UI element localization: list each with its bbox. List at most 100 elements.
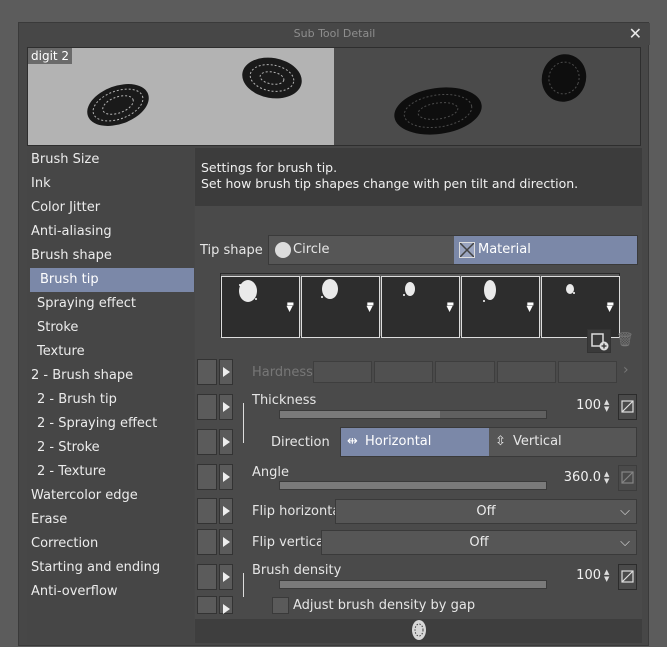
sidebar-item[interactable]: 2 - Stroke [27, 436, 194, 460]
angle-label: Angle [252, 465, 289, 480]
flip-horizontal-lock-button[interactable] [197, 498, 217, 524]
direction-label: Direction [271, 435, 330, 450]
sidebar-item[interactable]: Brush Size [27, 148, 194, 172]
sidebar-item[interactable]: Texture [27, 340, 194, 364]
sub-tool-detail-window: Sub Tool Detail ✕ digit 2 Brush Size Ink… [18, 22, 650, 646]
sidebar-item[interactable]: Anti-overflow [27, 580, 194, 604]
direction-horizontal-label: Horizontal [365, 434, 432, 449]
angle-slider[interactable] [279, 481, 547, 490]
sidebar-item[interactable]: Erase [27, 508, 194, 532]
sidebar-item[interactable]: Correction [27, 532, 194, 556]
chevron-down-icon: ⌵ [620, 535, 630, 550]
sidebar-item[interactable]: 2 - Texture [27, 460, 194, 484]
sidebar-item[interactable]: Ink [27, 172, 194, 196]
flip-vertical-lock-button[interactable] [197, 529, 217, 555]
horizontal-flip-icon: ⇹ [347, 434, 358, 449]
direction-horizontal-option[interactable]: ⇹ Horizontal [341, 428, 489, 456]
brush-tip-item[interactable]: ▬ ▼ [301, 276, 380, 338]
delete-tip-icon[interactable]: 🗑 [616, 332, 634, 348]
direction-lock-button[interactable] [197, 429, 217, 455]
angle-slider-fill [280, 482, 546, 489]
add-tip-icon[interactable] [587, 329, 611, 353]
hardness-level[interactable] [435, 361, 495, 383]
brush-preview: digit 2 [27, 47, 641, 146]
tip-menu-icon-5[interactable]: ▬ ▼ [606, 300, 614, 313]
tip-shape-toggle: Circle Material [268, 235, 638, 265]
adjust-density-checkbox[interactable] [272, 597, 289, 614]
hardness-expand-button[interactable] [219, 359, 233, 385]
thickness-value[interactable]: 100 [565, 398, 601, 413]
chevron-right-icon: › [623, 362, 629, 378]
preview-light: digit 2 [28, 48, 334, 145]
angle-value[interactable]: 360.0 [555, 470, 601, 485]
sidebar-item[interactable]: 2 - Brush tip [27, 388, 194, 412]
thickness-pressure-icon[interactable] [618, 394, 637, 420]
tip-shape-circle-option[interactable]: Circle [269, 236, 454, 264]
direction-vertical-label: Vertical [513, 434, 562, 449]
direction-expand-button[interactable] [219, 429, 233, 455]
brush-density-expand-button[interactable] [219, 564, 233, 590]
adjust-density-expand-button[interactable] [219, 596, 233, 614]
flip-vertical-expand-button[interactable] [219, 529, 233, 555]
brush-tip-item[interactable]: ▬ ▼ [221, 276, 300, 338]
sidebar-item[interactable]: 2 - Spraying effect [27, 412, 194, 436]
thickness-lock-button[interactable] [197, 394, 217, 420]
close-icon[interactable]: ✕ [629, 24, 642, 43]
brush-density-pressure-icon[interactable] [618, 564, 637, 590]
sidebar-item[interactable]: Starting and ending [27, 556, 194, 580]
tip-menu-icon-4[interactable]: ▬ ▼ [526, 300, 534, 313]
direction-toggle: ⇹ Horizontal ⇳ Vertical [340, 427, 637, 457]
title-bar: Sub Tool Detail ✕ [19, 23, 650, 45]
flip-horizontal-dropdown[interactable]: Off ⌵ [335, 499, 637, 524]
flip-vertical-dropdown[interactable]: Off ⌵ [321, 530, 637, 555]
sidebar-item[interactable]: 2 - Brush shape [27, 364, 194, 388]
window-title: Sub Tool Detail [293, 27, 376, 40]
circle-icon [275, 242, 291, 258]
sidebar-item[interactable]: Watercolor edge [27, 484, 194, 508]
adjust-density-lock-button[interactable] [197, 596, 217, 614]
brush-density-slider[interactable] [279, 580, 547, 589]
angle-lock-button[interactable] [197, 464, 217, 490]
sidebar-item[interactable]: Stroke [27, 316, 194, 340]
thickness-slider-fill [280, 411, 440, 418]
flip-horizontal-label: Flip horizontal [252, 504, 344, 519]
tip-menu-icon-1[interactable]: ▬ ▼ [286, 300, 294, 313]
fingerprint-stroke-dark [394, 54, 587, 135]
brush-density-value[interactable]: 100 [565, 568, 601, 583]
thickness-expand-button[interactable] [219, 394, 233, 420]
hardness-level[interactable] [313, 361, 373, 383]
thickness-spinner-icon[interactable]: ▲ ▼ [604, 399, 614, 413]
description-box: Settings for brush tip. Set how brush ti… [195, 148, 642, 206]
flip-horizontal-expand-button[interactable] [219, 498, 233, 524]
sidebar-item[interactable]: Brush tip [30, 268, 194, 292]
sidebar-item[interactable]: Color Jitter [27, 196, 194, 220]
tip-shape-label: Tip shape [200, 243, 263, 258]
hardness-level[interactable] [557, 361, 618, 383]
tip-menu-icon-2[interactable]: ▬ ▼ [366, 300, 374, 313]
adjust-density-label: Adjust brush density by gap [293, 598, 476, 613]
sidebar-item[interactable]: Brush shape [27, 244, 194, 268]
brush-tip-item[interactable]: ▬ ▼ [461, 276, 540, 338]
sidebar-item[interactable]: Anti-aliasing [27, 220, 194, 244]
brush-tip-item[interactable]: ▬ ▼ [381, 276, 460, 338]
tip-menu-icon-3[interactable]: ▬ ▼ [446, 300, 454, 313]
chevron-down-icon: ⌵ [620, 504, 630, 519]
fingerprint-stroke-light [87, 57, 302, 126]
angle-spinner-icon[interactable]: ▲ ▼ [604, 471, 614, 485]
sidebar-item[interactable]: Spraying effect [27, 292, 194, 316]
tip-shape-material-option[interactable]: Material [454, 236, 637, 264]
hardness-lock-button[interactable] [197, 359, 217, 385]
flip-vertical-label: Flip vertical [252, 535, 328, 550]
hardness-level[interactable] [496, 361, 556, 383]
brush-density-label: Brush density [252, 563, 342, 578]
hardness-label: Hardness [252, 365, 313, 380]
angle-expand-button[interactable] [219, 464, 233, 490]
brush-tip-list: ▬ ▼ ▬ ▼ ▬ ▼ ▬ ▼ ▬ ▼ [220, 273, 620, 338]
preview-tool-name: digit 2 [28, 48, 73, 64]
thickness-slider[interactable] [279, 410, 547, 419]
brush-density-spinner-icon[interactable]: ▲ ▼ [604, 569, 614, 583]
hardness-level[interactable] [374, 361, 434, 383]
category-sidebar: Brush Size Ink Color Jitter Anti-aliasing Br… [27, 148, 194, 643]
brush-density-lock-button[interactable] [197, 564, 217, 590]
direction-vertical-option[interactable]: ⇳ Vertical [489, 428, 636, 456]
